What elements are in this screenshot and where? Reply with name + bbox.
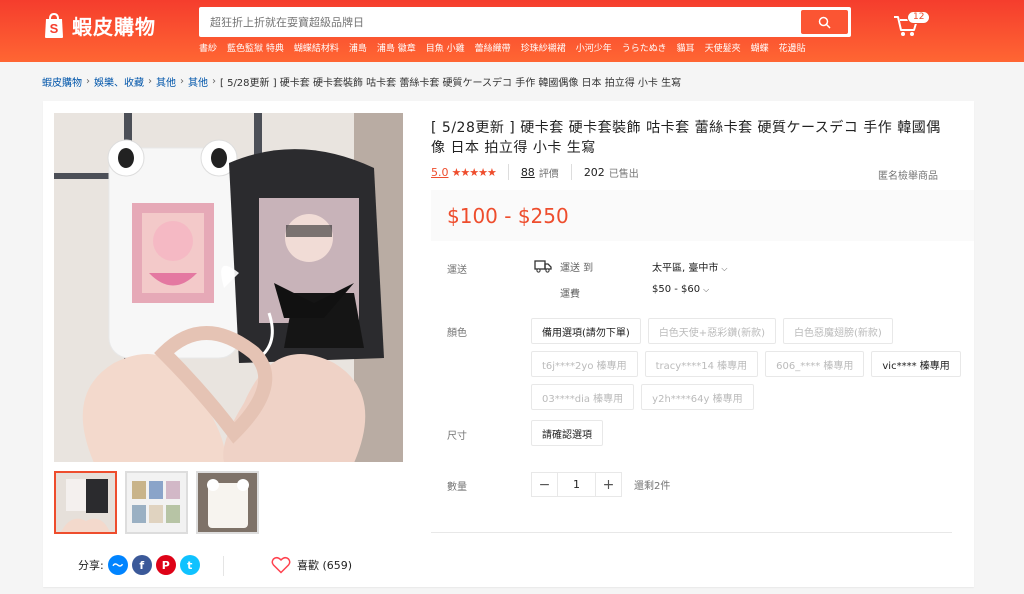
thumbnail[interactable] xyxy=(196,471,259,534)
star-icon: ★★★★★ xyxy=(451,165,497,179)
breadcrumb-link[interactable]: 其他 xyxy=(188,74,208,89)
heart-icon xyxy=(271,556,291,574)
breadcrumb: 蝦皮購物 › 娛樂、收藏 › 其他 › 其他 › [ 5/28更新 ] 硬卡套 … xyxy=(42,74,681,89)
top-header: S 蝦皮購物 書紗 藍色監獄 特典 蝴蝶結材料 浦島 浦島 徽章 目魚 小雞 蕾… xyxy=(0,0,1024,62)
variation-option[interactable]: tracy****14 榛專用 xyxy=(644,351,759,377)
hot-keyword-link[interactable]: 蝴蝶 xyxy=(751,41,769,54)
chevron-right-icon: › xyxy=(86,76,90,87)
hot-keyword-link[interactable]: 小河少年 xyxy=(576,41,612,54)
hot-keyword-link[interactable]: 天使髮夾 xyxy=(705,41,741,54)
like-button[interactable]: 喜歡 (659) xyxy=(271,556,352,574)
hot-keyword-link[interactable]: 貓耳 xyxy=(677,41,695,54)
share-label: 分享: xyxy=(78,559,104,572)
hot-keyword-link[interactable]: 目魚 小雞 xyxy=(426,41,465,54)
variation-option[interactable]: 備用選項(請勿下單) xyxy=(531,318,641,344)
variation-option[interactable]: 606_**** 榛專用 xyxy=(765,351,865,377)
chevron-right-icon: › xyxy=(148,76,152,87)
stock-remaining: 還剩2件 xyxy=(634,481,671,492)
quantity-label: 數量 xyxy=(447,482,467,493)
ship-to-label: 運送 到 xyxy=(560,263,594,274)
sold-count-label: 已售出 xyxy=(608,168,639,180)
search-icon xyxy=(818,16,831,29)
hot-keyword-link[interactable]: 蝴蝶結材料 xyxy=(294,41,339,54)
messenger-icon[interactable]: 〜 xyxy=(107,555,128,575)
search-input[interactable] xyxy=(202,15,801,29)
breadcrumb-link[interactable]: 蝦皮購物 xyxy=(42,74,82,89)
like-label: 喜歡 (659) xyxy=(297,559,353,572)
thumbnail[interactable] xyxy=(125,471,188,534)
increment-button[interactable]: + xyxy=(596,473,621,496)
decrement-button[interactable]: − xyxy=(532,473,557,496)
chevron-down-icon: ⌵ xyxy=(703,285,710,294)
shopping-bag-icon: S xyxy=(45,12,63,38)
variation-option[interactable]: 白色惡魔翅膀(新款) xyxy=(783,318,893,344)
thumbnail[interactable] xyxy=(54,471,117,534)
sold-count: 202 xyxy=(583,165,605,179)
variation-option[interactable]: 03****dia 榛專用 xyxy=(531,384,635,410)
product-card: 分享: 〜 f P t 喜歡 (659) [ 5/28更新 ] 硬卡套 硬卡套裝… xyxy=(43,101,974,587)
chevron-right-icon: › xyxy=(212,76,216,87)
logo-text: 蝦皮購物 xyxy=(72,15,156,39)
ship-to-value: 太平區, 臺中市 xyxy=(652,263,719,274)
divider xyxy=(507,164,509,180)
variation-option[interactable]: t6j****2yo 榛專用 xyxy=(531,351,638,377)
truck-icon xyxy=(534,260,552,273)
divider xyxy=(431,532,952,533)
facebook-icon[interactable]: f xyxy=(131,555,152,575)
variation-options: 備用選項(請勿下單) 白色天使+惡彩鑽(新款) 白色惡魔翅膀(新款) t6j**… xyxy=(531,318,961,410)
product-title: [ 5/28更新 ] 硬卡套 硬卡套裝飾 咕卡套 蕾絲卡套 硬質ケースデコ 手作… xyxy=(431,120,941,156)
cart-count-badge: 12 xyxy=(907,11,931,24)
shopee-logo[interactable]: S 蝦皮購物 xyxy=(42,11,156,40)
divider xyxy=(223,556,224,576)
shipping-values: 太平區, 臺中市 ⌵ $50 - $60 ⌵ xyxy=(652,259,727,295)
ship-to-dropdown[interactable]: 太平區, 臺中市 ⌵ xyxy=(652,259,727,274)
hot-keyword-link[interactable]: 浦島 xyxy=(349,41,367,54)
quantity-stepper: − 1 + 還剩2件 xyxy=(531,472,670,497)
variation-option[interactable]: y2h****64y 榛專用 xyxy=(641,384,754,410)
chevron-down-icon: ⌵ xyxy=(721,264,728,273)
variation-option[interactable]: vic**** 榛專用 xyxy=(871,351,961,377)
ship-fee-label: 運費 xyxy=(560,289,580,300)
ship-fee-dropdown[interactable]: $50 - $60 ⌵ xyxy=(652,284,727,295)
color-label: 顏色 xyxy=(447,328,467,339)
product-price: $100 - $250 xyxy=(447,203,569,228)
search-button[interactable] xyxy=(801,10,848,34)
product-photo xyxy=(54,113,403,462)
rating-score[interactable]: 5.0 xyxy=(431,166,449,179)
variation-option[interactable]: 白色天使+惡彩鑽(新款) xyxy=(647,318,776,344)
share-row: 分享: 〜 f P t xyxy=(78,555,200,575)
price-box: $100 - $250 xyxy=(431,190,974,241)
breadcrumb-link[interactable]: 其他 xyxy=(156,74,176,89)
shipping-label: 運送 xyxy=(447,265,467,276)
shipping-block: 運送 到 運費 xyxy=(534,259,593,300)
divider xyxy=(570,164,572,180)
hot-keyword-link[interactable]: 珍珠紗襯裙 xyxy=(521,41,566,54)
breadcrumb-link[interactable]: 娛樂、收藏 xyxy=(94,74,144,89)
hot-keyword-link[interactable]: 藍色監獄 特典 xyxy=(227,41,284,54)
rating-count[interactable]: 88 xyxy=(521,166,535,179)
report-link[interactable]: 匿名檢舉商品 xyxy=(878,167,938,182)
hot-keyword-link[interactable]: 浦島 徽章 xyxy=(377,41,416,54)
thumbnail-list xyxy=(54,471,259,534)
rating-count-label: 評價 xyxy=(538,168,559,180)
pinterest-icon[interactable]: P xyxy=(155,555,176,575)
chevron-right-icon: › xyxy=(180,76,184,87)
hot-keyword-link[interactable]: 書紗 xyxy=(199,41,217,54)
product-main-image[interactable] xyxy=(54,113,403,462)
svg-text:S: S xyxy=(50,21,59,36)
size-option[interactable]: 請確認選項 xyxy=(531,420,603,446)
cart-button[interactable]: 12 xyxy=(893,11,931,40)
hot-keyword-link[interactable]: うらたぬき xyxy=(622,41,667,54)
hot-keywords: 書紗 藍色監獄 特典 蝴蝶結材料 浦島 浦島 徽章 目魚 小雞 蕾絲織帶 珍珠紗… xyxy=(199,41,806,54)
search-bar xyxy=(199,7,851,37)
size-label: 尺寸 xyxy=(447,431,467,442)
breadcrumb-current: [ 5/28更新 ] 硬卡套 硬卡套裝飾 咕卡套 蕾絲卡套 硬質ケースデコ 手作… xyxy=(220,78,682,89)
hot-keyword-link[interactable]: 蕾絲織帶 xyxy=(475,41,511,54)
hot-keyword-link[interactable]: 花邊貼 xyxy=(779,41,806,54)
twitter-icon[interactable]: t xyxy=(179,555,200,575)
quantity-input[interactable]: 1 xyxy=(557,473,596,496)
ship-fee-value: $50 - $60 xyxy=(652,284,701,295)
rating-row: 5.0 ★★★★★ 88 評價 202 已售出 xyxy=(431,164,639,180)
